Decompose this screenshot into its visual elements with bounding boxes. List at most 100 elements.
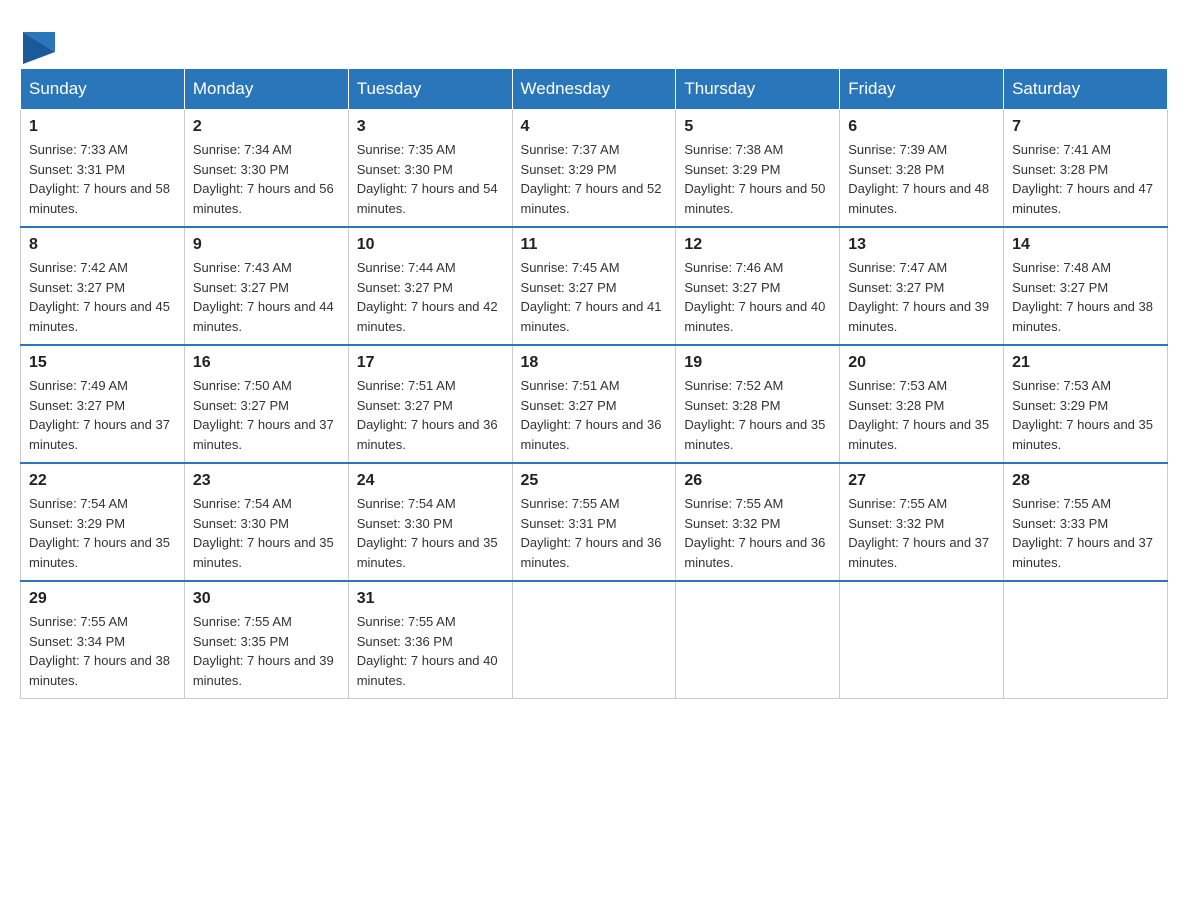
day-info: Sunrise: 7:46 AMSunset: 3:27 PMDaylight:… (684, 260, 825, 334)
calendar-table: SundayMondayTuesdayWednesdayThursdayFrid… (20, 68, 1168, 699)
calendar-day-header-monday: Monday (184, 69, 348, 110)
day-number: 23 (193, 472, 340, 490)
page-header (20, 20, 1168, 58)
day-info: Sunrise: 7:51 AMSunset: 3:27 PMDaylight:… (357, 378, 498, 452)
day-info: Sunrise: 7:39 AMSunset: 3:28 PMDaylight:… (848, 142, 989, 216)
day-info: Sunrise: 7:42 AMSunset: 3:27 PMDaylight:… (29, 260, 170, 334)
calendar-cell (840, 581, 1004, 699)
day-number: 24 (357, 472, 504, 490)
calendar-day-header-saturday: Saturday (1004, 69, 1168, 110)
calendar-day-header-tuesday: Tuesday (348, 69, 512, 110)
calendar-cell (512, 581, 676, 699)
day-info: Sunrise: 7:53 AMSunset: 3:28 PMDaylight:… (848, 378, 989, 452)
calendar-cell: 10 Sunrise: 7:44 AMSunset: 3:27 PMDaylig… (348, 227, 512, 345)
day-info: Sunrise: 7:44 AMSunset: 3:27 PMDaylight:… (357, 260, 498, 334)
day-info: Sunrise: 7:55 AMSunset: 3:34 PMDaylight:… (29, 614, 170, 688)
day-info: Sunrise: 7:55 AMSunset: 3:36 PMDaylight:… (357, 614, 498, 688)
calendar-week-2: 8 Sunrise: 7:42 AMSunset: 3:27 PMDayligh… (21, 227, 1168, 345)
day-info: Sunrise: 7:54 AMSunset: 3:30 PMDaylight:… (357, 496, 498, 570)
day-info: Sunrise: 7:38 AMSunset: 3:29 PMDaylight:… (684, 142, 825, 216)
day-info: Sunrise: 7:45 AMSunset: 3:27 PMDaylight:… (521, 260, 662, 334)
calendar-body: 1 Sunrise: 7:33 AMSunset: 3:31 PMDayligh… (21, 110, 1168, 699)
day-info: Sunrise: 7:54 AMSunset: 3:30 PMDaylight:… (193, 496, 334, 570)
calendar-cell (1004, 581, 1168, 699)
day-number: 9 (193, 236, 340, 254)
day-number: 25 (521, 472, 668, 490)
calendar-cell: 23 Sunrise: 7:54 AMSunset: 3:30 PMDaylig… (184, 463, 348, 581)
day-info: Sunrise: 7:50 AMSunset: 3:27 PMDaylight:… (193, 378, 334, 452)
calendar-week-5: 29 Sunrise: 7:55 AMSunset: 3:34 PMDaylig… (21, 581, 1168, 699)
calendar-cell: 26 Sunrise: 7:55 AMSunset: 3:32 PMDaylig… (676, 463, 840, 581)
calendar-cell: 16 Sunrise: 7:50 AMSunset: 3:27 PMDaylig… (184, 345, 348, 463)
day-info: Sunrise: 7:34 AMSunset: 3:30 PMDaylight:… (193, 142, 334, 216)
calendar-cell: 30 Sunrise: 7:55 AMSunset: 3:35 PMDaylig… (184, 581, 348, 699)
calendar-cell: 17 Sunrise: 7:51 AMSunset: 3:27 PMDaylig… (348, 345, 512, 463)
day-number: 1 (29, 118, 176, 136)
day-number: 15 (29, 354, 176, 372)
day-info: Sunrise: 7:55 AMSunset: 3:35 PMDaylight:… (193, 614, 334, 688)
day-info: Sunrise: 7:55 AMSunset: 3:32 PMDaylight:… (848, 496, 989, 570)
calendar-day-header-friday: Friday (840, 69, 1004, 110)
day-info: Sunrise: 7:52 AMSunset: 3:28 PMDaylight:… (684, 378, 825, 452)
day-number: 17 (357, 354, 504, 372)
calendar-cell: 28 Sunrise: 7:55 AMSunset: 3:33 PMDaylig… (1004, 463, 1168, 581)
day-info: Sunrise: 7:37 AMSunset: 3:29 PMDaylight:… (521, 142, 662, 216)
day-number: 22 (29, 472, 176, 490)
calendar-cell: 2 Sunrise: 7:34 AMSunset: 3:30 PMDayligh… (184, 110, 348, 228)
day-number: 7 (1012, 118, 1159, 136)
calendar-cell: 27 Sunrise: 7:55 AMSunset: 3:32 PMDaylig… (840, 463, 1004, 581)
day-number: 8 (29, 236, 176, 254)
calendar-cell: 7 Sunrise: 7:41 AMSunset: 3:28 PMDayligh… (1004, 110, 1168, 228)
day-info: Sunrise: 7:48 AMSunset: 3:27 PMDaylight:… (1012, 260, 1153, 334)
calendar-cell: 3 Sunrise: 7:35 AMSunset: 3:30 PMDayligh… (348, 110, 512, 228)
calendar-header: SundayMondayTuesdayWednesdayThursdayFrid… (21, 69, 1168, 110)
calendar-cell: 5 Sunrise: 7:38 AMSunset: 3:29 PMDayligh… (676, 110, 840, 228)
day-number: 4 (521, 118, 668, 136)
day-number: 31 (357, 590, 504, 608)
calendar-day-header-sunday: Sunday (21, 69, 185, 110)
calendar-cell: 11 Sunrise: 7:45 AMSunset: 3:27 PMDaylig… (512, 227, 676, 345)
day-number: 16 (193, 354, 340, 372)
calendar-cell: 12 Sunrise: 7:46 AMSunset: 3:27 PMDaylig… (676, 227, 840, 345)
calendar-cell: 29 Sunrise: 7:55 AMSunset: 3:34 PMDaylig… (21, 581, 185, 699)
calendar-cell: 4 Sunrise: 7:37 AMSunset: 3:29 PMDayligh… (512, 110, 676, 228)
day-info: Sunrise: 7:49 AMSunset: 3:27 PMDaylight:… (29, 378, 170, 452)
day-info: Sunrise: 7:41 AMSunset: 3:28 PMDaylight:… (1012, 142, 1153, 216)
logo-icon (23, 32, 55, 64)
calendar-week-4: 22 Sunrise: 7:54 AMSunset: 3:29 PMDaylig… (21, 463, 1168, 581)
day-number: 5 (684, 118, 831, 136)
day-info: Sunrise: 7:55 AMSunset: 3:32 PMDaylight:… (684, 496, 825, 570)
day-info: Sunrise: 7:33 AMSunset: 3:31 PMDaylight:… (29, 142, 170, 216)
calendar-cell: 9 Sunrise: 7:43 AMSunset: 3:27 PMDayligh… (184, 227, 348, 345)
day-number: 11 (521, 236, 668, 254)
day-info: Sunrise: 7:55 AMSunset: 3:33 PMDaylight:… (1012, 496, 1153, 570)
day-info: Sunrise: 7:35 AMSunset: 3:30 PMDaylight:… (357, 142, 498, 216)
calendar-week-3: 15 Sunrise: 7:49 AMSunset: 3:27 PMDaylig… (21, 345, 1168, 463)
calendar-cell: 8 Sunrise: 7:42 AMSunset: 3:27 PMDayligh… (21, 227, 185, 345)
day-info: Sunrise: 7:51 AMSunset: 3:27 PMDaylight:… (521, 378, 662, 452)
day-info: Sunrise: 7:55 AMSunset: 3:31 PMDaylight:… (521, 496, 662, 570)
day-number: 6 (848, 118, 995, 136)
day-number: 2 (193, 118, 340, 136)
calendar-cell: 25 Sunrise: 7:55 AMSunset: 3:31 PMDaylig… (512, 463, 676, 581)
calendar-cell: 18 Sunrise: 7:51 AMSunset: 3:27 PMDaylig… (512, 345, 676, 463)
day-info: Sunrise: 7:54 AMSunset: 3:29 PMDaylight:… (29, 496, 170, 570)
calendar-cell: 24 Sunrise: 7:54 AMSunset: 3:30 PMDaylig… (348, 463, 512, 581)
day-number: 26 (684, 472, 831, 490)
day-info: Sunrise: 7:53 AMSunset: 3:29 PMDaylight:… (1012, 378, 1153, 452)
day-number: 10 (357, 236, 504, 254)
day-number: 12 (684, 236, 831, 254)
calendar-cell: 31 Sunrise: 7:55 AMSunset: 3:36 PMDaylig… (348, 581, 512, 699)
calendar-cell: 19 Sunrise: 7:52 AMSunset: 3:28 PMDaylig… (676, 345, 840, 463)
day-number: 21 (1012, 354, 1159, 372)
calendar-cell: 14 Sunrise: 7:48 AMSunset: 3:27 PMDaylig… (1004, 227, 1168, 345)
calendar-day-header-thursday: Thursday (676, 69, 840, 110)
day-number: 29 (29, 590, 176, 608)
day-number: 30 (193, 590, 340, 608)
day-info: Sunrise: 7:43 AMSunset: 3:27 PMDaylight:… (193, 260, 334, 334)
logo (20, 30, 55, 58)
day-number: 18 (521, 354, 668, 372)
calendar-cell: 20 Sunrise: 7:53 AMSunset: 3:28 PMDaylig… (840, 345, 1004, 463)
calendar-cell: 6 Sunrise: 7:39 AMSunset: 3:28 PMDayligh… (840, 110, 1004, 228)
day-info: Sunrise: 7:47 AMSunset: 3:27 PMDaylight:… (848, 260, 989, 334)
